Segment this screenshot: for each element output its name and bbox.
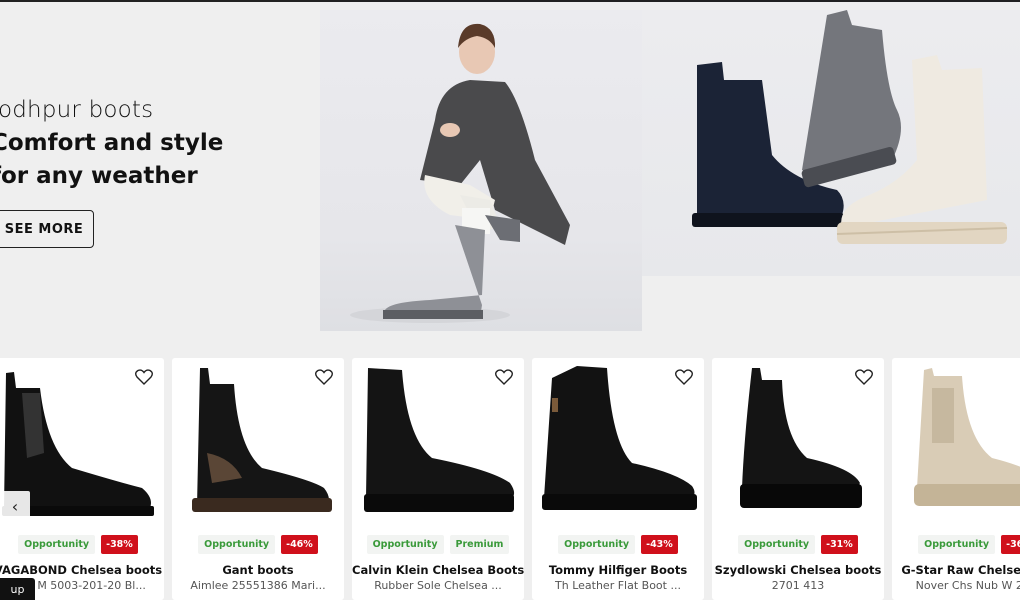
heart-icon[interactable] [494, 368, 514, 386]
product-brand: G-Star Raw Chelsea B... [901, 563, 1020, 577]
discount-badge: -38% [101, 535, 138, 554]
product-brand: VAGABOND Chelsea boots [0, 563, 163, 577]
product-card[interactable]: Opportunity -43% Tommy Hilfiger Boots Th… [532, 358, 704, 600]
badges: Opportunity -46% [172, 535, 344, 554]
see-more-button[interactable]: SEE MORE [0, 210, 94, 248]
heart-icon[interactable] [854, 368, 874, 386]
product-brand: Tommy Hilfiger Boots [548, 563, 688, 577]
scroll-up-button[interactable]: up [0, 578, 35, 600]
hero-boots-photo [642, 10, 1020, 276]
product-card[interactable]: Opportunity -31% Szydlowski Chelsea boot… [712, 358, 884, 600]
badges: Opportunity -38% [0, 535, 164, 554]
premium-badge: Premium [449, 535, 510, 554]
product-model: Rubber Sole Chelsea ... [374, 579, 502, 592]
product-card[interactable]: Opportunity -38% VAGABOND Chelsea boots … [0, 358, 164, 600]
opportunity-badge: Opportunity [918, 535, 996, 554]
product-brand: Calvin Klein Chelsea Boots [352, 563, 524, 577]
product-carousel: Opportunity -38% VAGABOND Chelsea boots … [0, 358, 1020, 600]
heart-icon[interactable] [134, 368, 154, 386]
hero-title: Comfort and style for any weather [0, 130, 224, 189]
product-model: 2701 413 [771, 579, 825, 592]
product-brand: Szydlowski Chelsea boots [714, 563, 882, 577]
chevron-left-icon[interactable]: ‹ [0, 491, 30, 521]
discount-badge: -36% [1001, 535, 1020, 554]
product-model: Aimlee 25551386 Mari... [190, 579, 326, 592]
product-brand: Gant boots [222, 563, 294, 577]
discount-badge: -46% [281, 535, 318, 554]
heart-icon[interactable] [314, 368, 334, 386]
product-card[interactable]: Opportunity -36% G-Star Raw Chelsea B...… [892, 358, 1020, 600]
badges: Opportunity Premium [352, 535, 524, 554]
opportunity-badge: Opportunity [738, 535, 816, 554]
hero-model-photo [320, 10, 642, 331]
opportunity-badge: Opportunity [18, 535, 96, 554]
hero-text-block: Jodhpur boots Comfort and style for any … [0, 93, 291, 193]
product-card[interactable]: Opportunity -46% Gant boots Aimlee 25551… [172, 358, 344, 600]
discount-badge: -43% [641, 535, 678, 554]
discount-badge: -31% [821, 535, 858, 554]
badges: Opportunity -31% [712, 535, 884, 554]
opportunity-badge: Opportunity [198, 535, 276, 554]
opportunity-badge: Opportunity [366, 535, 444, 554]
product-model: Th Leather Flat Boot ... [555, 579, 681, 592]
badges: Opportunity -43% [532, 535, 704, 554]
product-card[interactable]: Opportunity Premium Calvin Klein Chelsea… [352, 358, 524, 600]
hero-subtitle: Jodhpur boots [0, 97, 154, 123]
product-image [892, 358, 1020, 528]
opportunity-badge: Opportunity [558, 535, 636, 554]
hero-banner[interactable]: Jodhpur boots Comfort and style for any … [0, 0, 1020, 345]
product-model: Nover Chs Nub W 22... [915, 579, 1020, 592]
badges: Opportunity -36% [892, 535, 1020, 554]
heart-icon[interactable] [674, 368, 694, 386]
